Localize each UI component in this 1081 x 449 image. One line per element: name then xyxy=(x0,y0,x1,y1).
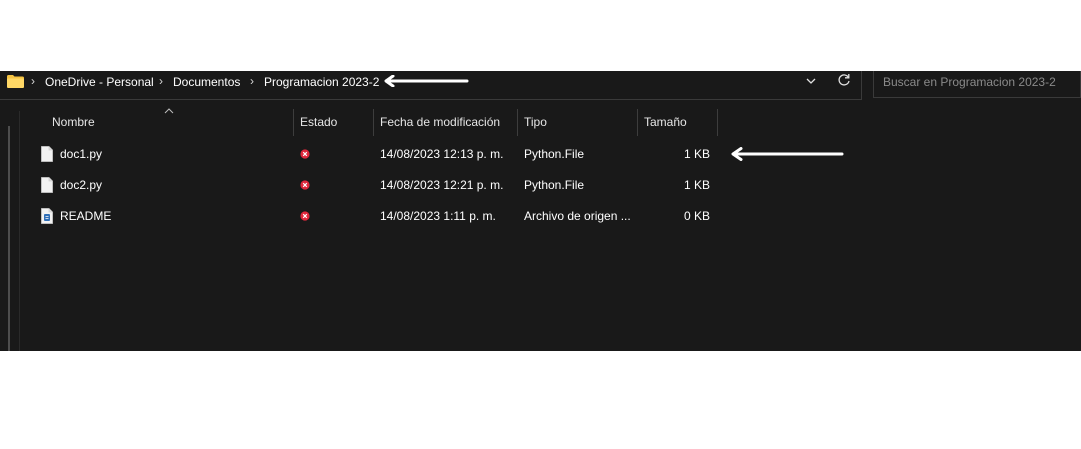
breadcrumb-separator-icon: › xyxy=(159,74,163,88)
file-type: Python.File xyxy=(524,178,585,192)
refresh-icon[interactable] xyxy=(836,72,852,88)
file-name: doc1.py xyxy=(60,147,103,161)
column-divider[interactable] xyxy=(373,109,374,136)
file-type: Python.File xyxy=(524,147,585,161)
file-row[interactable]: doc1.py 14/08/2023 12:13 p. m. Python.Fi… xyxy=(20,139,720,169)
breadcrumb-item-documentos[interactable]: Documentos xyxy=(173,74,240,90)
column-header-modified[interactable]: Fecha de modificación xyxy=(380,109,500,136)
breadcrumb-item-onedrive[interactable]: OneDrive - Personal xyxy=(45,74,154,90)
sync-error-icon xyxy=(300,180,310,190)
sync-error-icon xyxy=(300,149,310,159)
column-divider[interactable] xyxy=(293,109,294,136)
readme-file-icon xyxy=(41,208,53,224)
breadcrumb-item-programacion[interactable]: Programacion 2023-2 xyxy=(264,74,379,90)
column-header-name[interactable]: Nombre xyxy=(52,109,95,136)
column-header-status[interactable]: Estado xyxy=(300,109,337,136)
column-divider[interactable] xyxy=(517,109,518,136)
column-divider[interactable] xyxy=(637,109,638,136)
python-file-icon xyxy=(41,146,53,162)
column-header-size[interactable]: Tamaño xyxy=(644,109,687,136)
file-modified: 14/08/2023 12:13 p. m. xyxy=(380,147,504,161)
folder-icon xyxy=(7,75,24,88)
file-name: README xyxy=(60,209,112,223)
file-row[interactable]: doc2.py 14/08/2023 12:21 p. m. Python.Fi… xyxy=(20,170,720,200)
python-file-icon xyxy=(41,177,53,193)
file-explorer-window: › OneDrive - Personal › Documentos › Pro… xyxy=(0,71,1081,351)
column-divider[interactable] xyxy=(717,109,718,136)
address-bar[interactable]: › OneDrive - Personal › Documentos › Pro… xyxy=(0,71,862,100)
file-size: 0 KB xyxy=(683,209,710,223)
file-modified: 14/08/2023 12:21 p. m. xyxy=(380,178,504,192)
file-modified: 14/08/2023 1:11 p. m. xyxy=(380,209,496,223)
chevron-down-icon[interactable] xyxy=(804,74,818,88)
search-input[interactable]: Buscar en Programacion 2023-2 xyxy=(873,71,1081,98)
file-type: Archivo de origen ... xyxy=(524,209,631,223)
annotation-arrow-icon xyxy=(731,147,844,161)
file-name: doc2.py xyxy=(60,178,103,192)
sort-ascending-icon xyxy=(164,108,174,114)
file-size: 1 KB xyxy=(683,178,710,192)
breadcrumb-separator-icon: › xyxy=(31,74,35,88)
navigation-pane-scrollbar[interactable] xyxy=(8,126,10,351)
file-row[interactable]: README 14/08/2023 1:11 p. m. Archivo de … xyxy=(20,201,720,231)
annotation-arrow-icon xyxy=(384,75,469,87)
file-size: 1 KB xyxy=(683,147,710,161)
sync-error-icon xyxy=(300,211,310,221)
column-header-type[interactable]: Tipo xyxy=(524,109,547,136)
breadcrumb-separator-icon: › xyxy=(250,74,254,88)
